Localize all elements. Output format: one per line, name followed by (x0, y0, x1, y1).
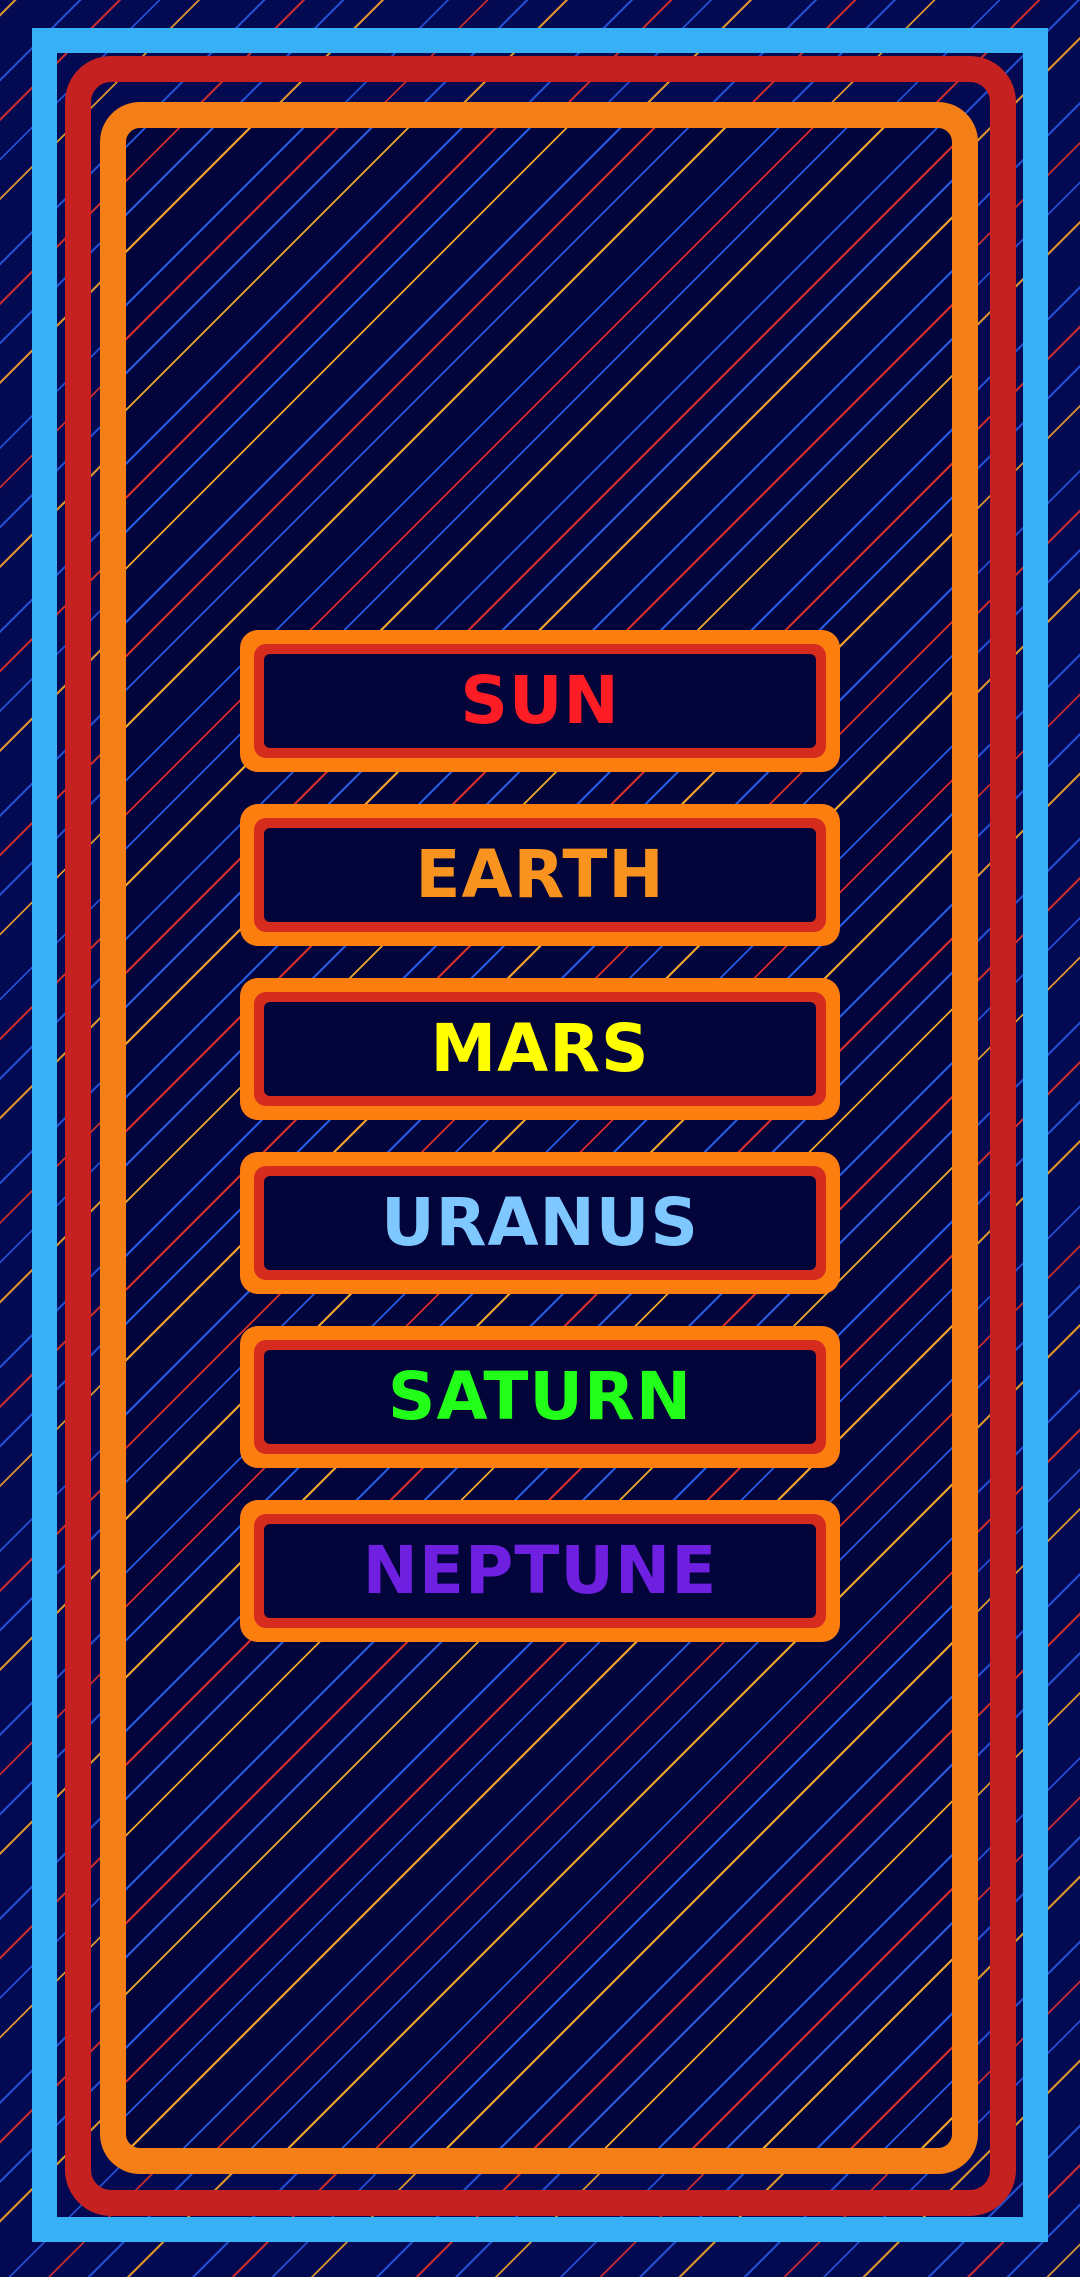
planet-button-mars[interactable]: MARS (240, 978, 840, 1120)
planet-label-uranus: URANUS (381, 1184, 699, 1261)
button-face: SATURN (264, 1350, 816, 1444)
button-face: NEPTUNE (264, 1524, 816, 1618)
button-inner-rim: EARTH (254, 818, 826, 932)
button-inner-rim: MARS (254, 992, 826, 1106)
striped-background: SUN EARTH MARS URANUS SATURN NEPTUNE (0, 0, 1080, 2277)
button-inner-rim: NEPTUNE (254, 1514, 826, 1628)
button-inner-rim: SATURN (254, 1340, 826, 1454)
planet-button-earth[interactable]: EARTH (240, 804, 840, 946)
planet-label-saturn: SATURN (387, 1358, 693, 1435)
planet-label-neptune: NEPTUNE (362, 1532, 718, 1609)
button-face: EARTH (264, 828, 816, 922)
button-inner-rim: URANUS (254, 1166, 826, 1280)
button-face: MARS (264, 1002, 816, 1096)
planet-button-neptune[interactable]: NEPTUNE (240, 1500, 840, 1642)
planet-label-sun: SUN (460, 662, 620, 739)
button-face: URANUS (264, 1176, 816, 1270)
planet-label-earth: EARTH (415, 836, 665, 913)
planet-menu: SUN EARTH MARS URANUS SATURN NEPTUNE (240, 630, 840, 1674)
button-inner-rim: SUN (254, 644, 826, 758)
planet-button-saturn[interactable]: SATURN (240, 1326, 840, 1468)
planet-button-uranus[interactable]: URANUS (240, 1152, 840, 1294)
button-face: SUN (264, 654, 816, 748)
planet-label-mars: MARS (430, 1010, 650, 1087)
planet-button-sun[interactable]: SUN (240, 630, 840, 772)
